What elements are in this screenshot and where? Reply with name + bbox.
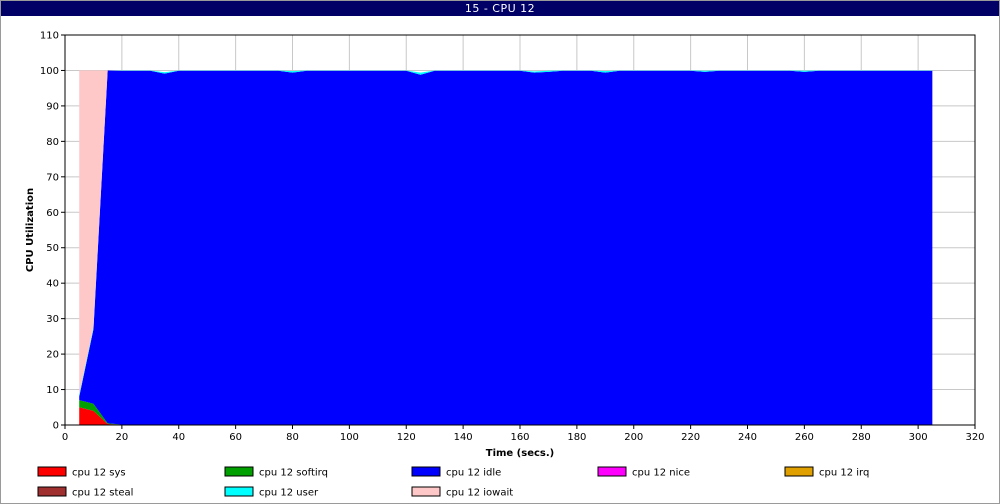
y-tick-label: 30 <box>46 314 59 325</box>
x-tick-label: 320 <box>965 432 984 443</box>
legend-swatch-cpu-12-softirq <box>224 466 254 477</box>
y-axis-label: CPU Utilization <box>25 188 36 272</box>
x-axis-ticks: 0 20 40 60 80 100 120 140 160 180 200 220 240 260 280 3… <box>62 425 985 443</box>
y-tick-label: 90 <box>46 101 59 112</box>
y-tick-label: 20 <box>46 350 59 361</box>
y-tick-label: 40 <box>46 279 59 290</box>
legend-swatch-cpu-12-nice <box>597 466 627 477</box>
x-tick-label: 120 <box>397 432 416 443</box>
legend-swatch-cpu-12-iowait <box>411 486 441 497</box>
legend-label-cpu-12-steal: cpu 12 steal <box>72 488 133 499</box>
legend: cpu 12 sys cpu 12 softirq cpu 12 idle cpu 1… <box>37 466 869 499</box>
x-tick-label: 40 <box>172 432 185 443</box>
x-tick-label: 80 <box>286 432 299 443</box>
x-tick-label: 0 <box>62 432 68 443</box>
legend-swatch-cpu-12-sys <box>37 466 67 477</box>
x-tick-label: 160 <box>510 432 529 443</box>
stacked-areas <box>79 70 933 425</box>
y-tick-label: 50 <box>46 243 59 254</box>
y-tick-label: 10 <box>46 385 59 396</box>
legend-swatch-cpu-12-user <box>224 486 254 497</box>
y-tick-label: 110 <box>40 31 59 42</box>
x-tick-label: 100 <box>340 432 359 443</box>
x-tick-label: 280 <box>852 432 871 443</box>
y-tick-label: 60 <box>46 208 59 219</box>
legend-label-cpu-12-user: cpu 12 user <box>259 488 319 499</box>
y-tick-label: 70 <box>46 172 59 183</box>
x-tick-label: 60 <box>229 432 242 443</box>
x-tick-label: 200 <box>624 432 643 443</box>
legend-swatch-cpu-12-irq <box>784 466 814 477</box>
y-tick-label: 80 <box>46 137 59 148</box>
legend-label-cpu-12-iowait: cpu 12 iowait <box>446 488 513 499</box>
x-tick-label: 20 <box>116 432 129 443</box>
legend-label-cpu-12-sys: cpu 12 sys <box>72 468 126 479</box>
legend-label-cpu-12-nice: cpu 12 nice <box>632 468 690 479</box>
cpu-utilization-chart: 0 20 40 60 80 100 120 140 160 180 200 220 240 260 280 3… <box>25 31 985 499</box>
legend-label-cpu-12-softirq: cpu 12 softirq <box>259 468 328 479</box>
x-tick-label: 140 <box>454 432 473 443</box>
y-axis-ticks: 0 10 20 30 40 50 60 70 80 90 100 110 <box>40 31 65 432</box>
legend-swatch-cpu-12-steal <box>37 486 67 497</box>
legend-label-cpu-12-idle: cpu 12 idle <box>446 468 501 479</box>
area-cpu-12-idle <box>79 70 933 425</box>
x-tick-label: 300 <box>909 432 928 443</box>
legend-label-cpu-12-irq: cpu 12 irq <box>819 468 869 479</box>
y-tick-label: 100 <box>40 66 59 77</box>
x-tick-label: 180 <box>567 432 586 443</box>
x-tick-label: 220 <box>681 432 700 443</box>
legend-swatch-cpu-12-idle <box>411 466 441 477</box>
y-tick-label: 0 <box>53 421 59 432</box>
x-axis-label: Time (secs.) <box>486 448 555 459</box>
x-tick-label: 260 <box>795 432 814 443</box>
x-tick-label: 240 <box>738 432 757 443</box>
